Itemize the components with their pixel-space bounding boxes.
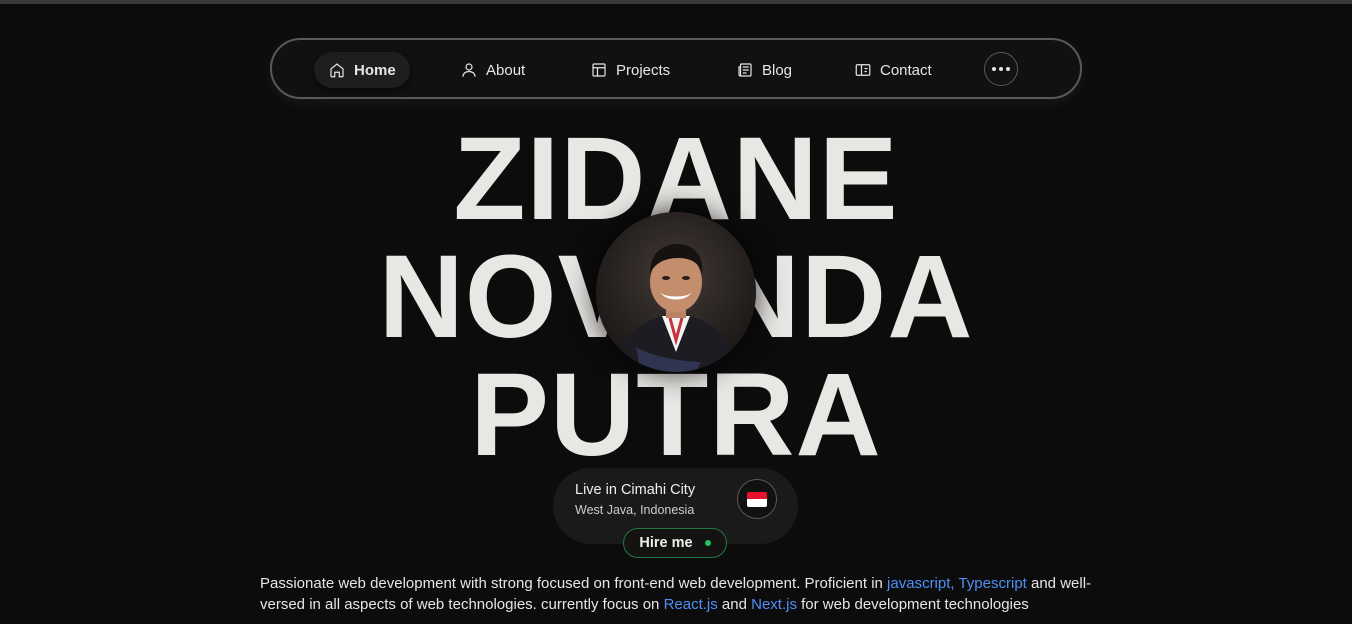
indonesia-flag-icon: [737, 479, 777, 519]
newspaper-icon: [738, 63, 752, 77]
bio-text-1: Passionate web development with strong f…: [260, 575, 888, 592]
skill-link-javascript-typescript[interactable]: javascript, Typescript: [887, 575, 1027, 592]
nav-item-contact[interactable]: Contact: [840, 52, 946, 88]
hire-me-label: Hire me: [639, 535, 693, 551]
nav-item-projects[interactable]: Projects: [576, 52, 684, 88]
nav-item-blog-label: Blog: [762, 61, 793, 79]
bio-paragraph: Passionate web development with strong f…: [260, 573, 1100, 615]
skill-link-reactjs[interactable]: React.js: [664, 596, 718, 613]
more-options-button[interactable]: [984, 52, 1018, 86]
window-top-bar: [0, 0, 1352, 4]
id-card-icon: [855, 64, 871, 76]
layout-icon: [592, 63, 606, 77]
hire-me-button[interactable]: Hire me: [623, 528, 727, 558]
nav-item-contact-label: Contact: [880, 61, 932, 79]
skill-link-nextjs[interactable]: Next.js: [751, 596, 797, 613]
more-horizontal-icon: [992, 67, 996, 71]
main-navigation: Home About Projects Blog Contact: [270, 38, 1082, 99]
bio-text-3: and: [717, 596, 752, 613]
user-icon: [462, 63, 476, 77]
home-icon: [330, 63, 344, 78]
location-city: Live in Cimahi City: [575, 482, 696, 498]
status-dot-icon: [704, 540, 711, 546]
nav-item-about[interactable]: About: [446, 52, 539, 88]
profile-photo: [596, 212, 756, 372]
nav-item-blog[interactable]: Blog: [722, 52, 806, 88]
location-region: West Java, Indonesia: [575, 503, 695, 517]
nav-item-home-label: Home: [354, 61, 396, 79]
nav-item-home[interactable]: Home: [314, 52, 410, 88]
bio-text-4: for web development technologies: [796, 596, 1029, 613]
hero-name-line-3: PUTRA: [470, 349, 882, 481]
nav-item-about-label: About: [486, 61, 526, 79]
profile-avatar: [596, 212, 756, 372]
nav-item-projects-label: Projects: [616, 61, 671, 79]
